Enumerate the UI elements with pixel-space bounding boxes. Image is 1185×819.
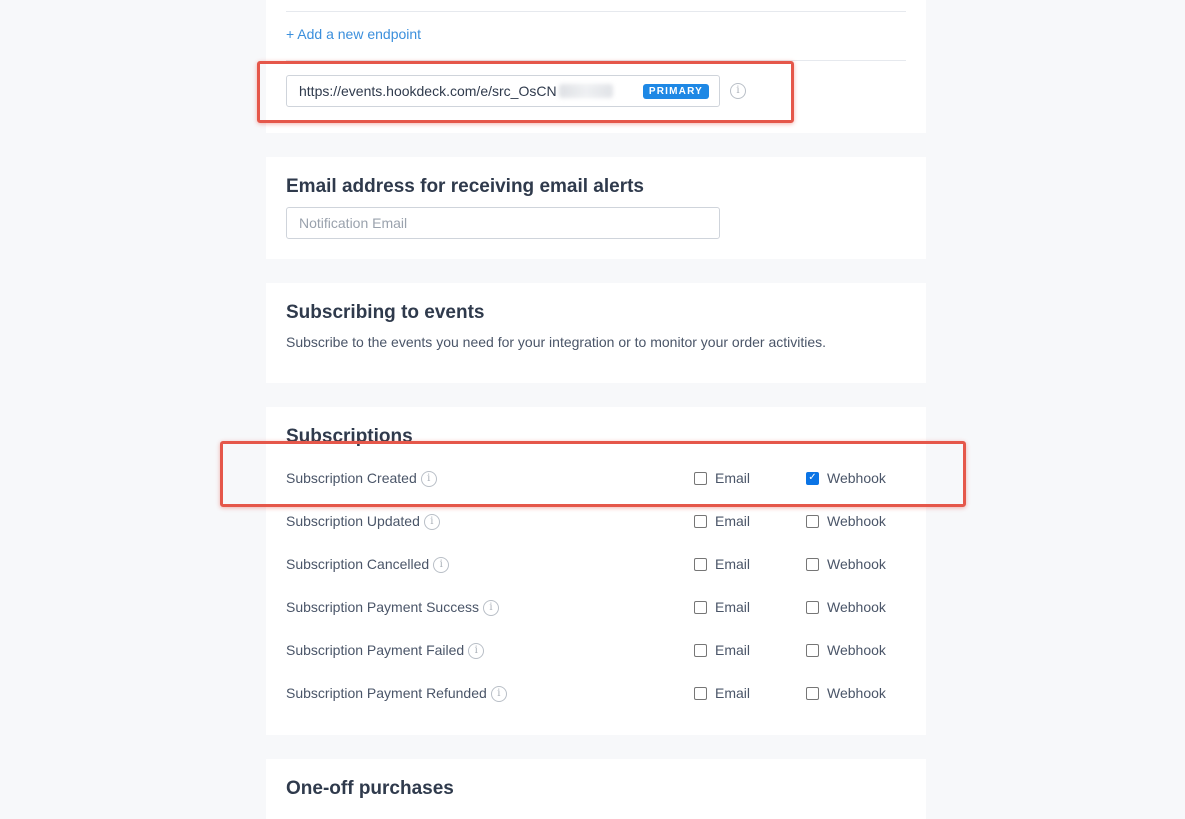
subscription-label: Subscription Payment Refunded i: [286, 685, 507, 703]
events-section-description: Subscribe to the events you need for you…: [286, 334, 827, 350]
endpoint-url-text: https://events.hookdeck.com/e/src_OsCN: [299, 83, 557, 99]
events-card: Subscribing to events Subscribe to the e…: [266, 283, 926, 383]
subscription-label: Subscription Payment Success i: [286, 599, 499, 617]
email-option[interactable]: Email: [694, 642, 750, 658]
subscription-row: Subscription Payment Success i Email Webhoo…: [266, 596, 926, 620]
subscriptions-title: Subscriptions: [286, 426, 413, 447]
email-section-title: Email address for receiving email alerts: [286, 176, 645, 197]
subscription-name: Subscription Payment Success: [286, 599, 479, 615]
subscription-label: Subscription Updated i: [286, 513, 440, 531]
primary-badge: PRIMARY: [642, 84, 709, 99]
email-label: Email: [715, 642, 751, 658]
email-checkbox[interactable]: [694, 686, 707, 700]
info-icon[interactable]: i: [490, 686, 507, 703]
webhook-checkbox[interactable]: [806, 600, 819, 614]
oneoff-card: One-off purchases: [266, 759, 926, 819]
email-label: Email: [715, 599, 751, 615]
webhook-label: Webhook: [827, 599, 886, 615]
email-checkbox[interactable]: [694, 471, 707, 485]
email-alerts-card: Email address for receiving email alerts: [266, 157, 926, 259]
email-checkbox[interactable]: [694, 557, 707, 571]
webhook-checkbox[interactable]: [806, 686, 819, 700]
divider: [286, 60, 906, 61]
subscription-row: Subscription Cancelled i Email Webhook: [266, 553, 926, 577]
subscription-name: Subscription Updated: [286, 513, 420, 529]
email-option[interactable]: Email: [694, 470, 750, 486]
email-checkbox[interactable]: [694, 643, 707, 657]
info-icon[interactable]: i: [730, 83, 746, 99]
subscriptions-card: Subscriptions Subscription Created i Email…: [266, 407, 926, 735]
webhook-label: Webhook: [827, 513, 886, 529]
info-icon[interactable]: i: [433, 557, 450, 574]
events-section-title: Subscribing to events: [286, 302, 485, 323]
email-option[interactable]: Email: [694, 685, 750, 701]
subscription-name: Subscription Created: [286, 470, 417, 486]
email-option[interactable]: Email: [694, 599, 750, 615]
webhook-label: Webhook: [827, 642, 886, 658]
info-icon[interactable]: i: [482, 600, 499, 617]
subscription-row: Subscription Created i Email ✓ Webhook: [266, 467, 926, 491]
subscription-row: Subscription Payment Refunded i Email Webho…: [266, 682, 926, 706]
add-endpoint-link[interactable]: + Add a new endpoint: [286, 26, 421, 42]
divider: [286, 11, 906, 12]
webhook-label: Webhook: [827, 470, 886, 486]
info-icon[interactable]: i: [468, 643, 485, 660]
webhook-checkbox[interactable]: [806, 557, 819, 571]
email-option[interactable]: Email: [694, 513, 750, 529]
notification-email-input[interactable]: [286, 207, 720, 239]
webhook-option[interactable]: ✓ Webhook: [806, 470, 886, 486]
webhook-option[interactable]: Webhook: [806, 642, 886, 658]
endpoints-card: + Add a new endpoint https://events.hook…: [266, 0, 926, 133]
email-label: Email: [715, 470, 751, 486]
webhook-checkbox[interactable]: [806, 514, 819, 528]
subscription-row: Subscription Payment Failed i Email Webhook: [266, 639, 926, 663]
email-label: Email: [715, 513, 751, 529]
email-label: Email: [715, 685, 751, 701]
email-checkbox[interactable]: [694, 600, 707, 614]
subscription-label: Subscription Created i: [286, 470, 437, 488]
subscription-name: Subscription Payment Failed: [286, 642, 465, 658]
email-checkbox[interactable]: [694, 514, 707, 528]
endpoint-url-field[interactable]: https://events.hookdeck.com/e/src_OsCN P…: [286, 75, 720, 107]
oneoff-section-title: One-off purchases: [286, 778, 454, 799]
subscription-label: Subscription Cancelled i: [286, 556, 450, 574]
webhook-label: Webhook: [827, 685, 886, 701]
subscription-label: Subscription Payment Failed i: [286, 642, 485, 660]
subscription-name: Subscription Cancelled: [286, 556, 430, 572]
email-label: Email: [715, 556, 751, 572]
redacted-url-part: [558, 84, 613, 98]
webhook-option[interactable]: Webhook: [806, 599, 886, 615]
webhook-option[interactable]: Webhook: [806, 685, 886, 701]
email-option[interactable]: Email: [694, 556, 750, 572]
info-icon[interactable]: i: [420, 471, 437, 488]
webhook-option[interactable]: Webhook: [806, 556, 886, 572]
subscription-row: Subscription Updated i Email Webhook: [266, 510, 926, 534]
webhook-label: Webhook: [827, 556, 886, 572]
webhook-checkbox[interactable]: ✓: [806, 471, 819, 485]
webhook-checkbox[interactable]: [806, 643, 819, 657]
info-icon[interactable]: i: [423, 514, 440, 531]
subscription-name: Subscription Payment Refunded: [286, 685, 487, 701]
webhook-option[interactable]: Webhook: [806, 513, 886, 529]
